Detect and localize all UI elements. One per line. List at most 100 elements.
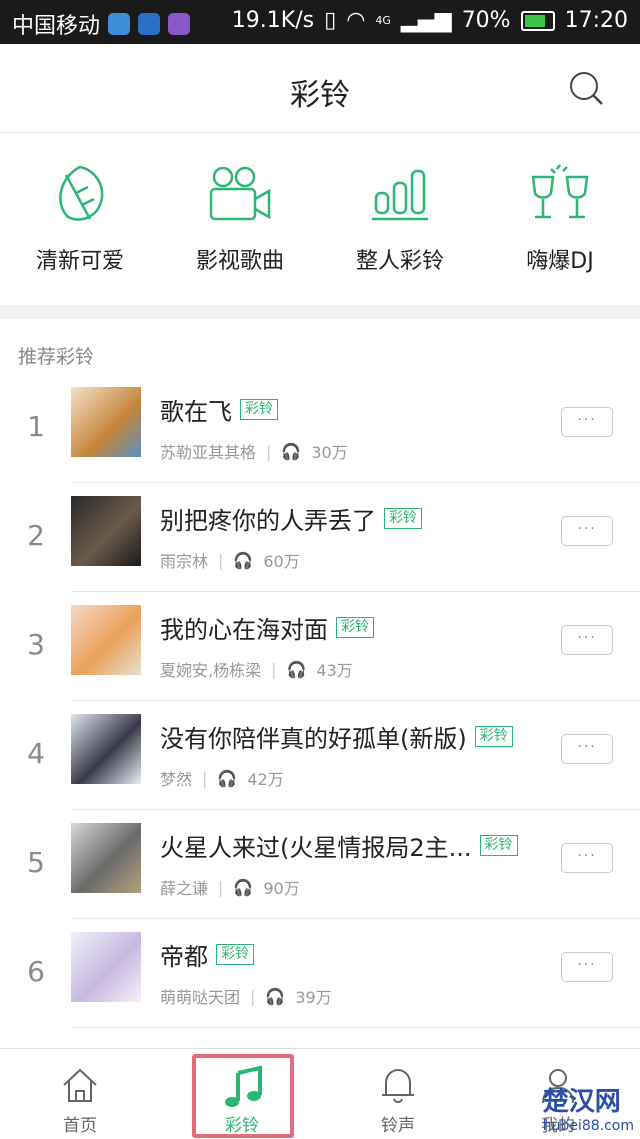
artist-name: 薛之谦 (160, 879, 209, 898)
watermark-domain: hubei88.com (542, 1118, 634, 1134)
ringtone-tag: 彩铃 (474, 726, 513, 747)
more-button[interactable]: ··· (561, 516, 613, 546)
headphones-icon: 🎧 (265, 986, 286, 1006)
album-cover (71, 387, 141, 457)
signal-icon: ▂▄▆ (400, 8, 452, 33)
network-type: 4G (375, 14, 391, 27)
ringtone-tag: 彩铃 (384, 508, 422, 529)
album-cover (71, 714, 141, 784)
highlight-box (192, 1054, 294, 1138)
category-label: 嗨爆DJ (526, 249, 594, 274)
list-item[interactable]: 5 火星人来过(火星情报局2主... 彩铃 薛之谦 | 🎧 90万 ··· (0, 810, 640, 919)
song-title: 我的心在海对面 (160, 616, 328, 644)
song-title: 帝都 (160, 943, 208, 971)
tab-ringtone[interactable]: 铃声 (338, 1049, 458, 1139)
separator: | (202, 768, 208, 788)
rank-number: 1 (27, 410, 45, 443)
song-title: 歌在飞 (160, 398, 232, 426)
album-cover (71, 823, 141, 893)
rank-number: 6 (27, 955, 45, 988)
home-icon (63, 1068, 97, 1102)
album-cover (71, 605, 141, 675)
list-item[interactable]: 3 我的心在海对面 彩铃 夏婉安,杨栋梁 | 🎧 43万 ··· (0, 592, 640, 701)
list-item[interactable]: 2 别把疼你的人弄丢了 彩铃 雨宗林 | 🎧 60万 ··· (0, 483, 640, 592)
category-yingshi[interactable]: 影视歌曲 (160, 133, 320, 305)
watermark: 楚汉网 hubei88.com (543, 1081, 634, 1134)
separator: | (250, 986, 256, 1006)
headphones-icon: 🎧 (233, 550, 254, 570)
watermark-brand: 楚汉网 (542, 1087, 621, 1117)
separator: | (266, 441, 272, 461)
headphones-icon: 🎧 (233, 877, 254, 897)
clock: 17:20 (564, 8, 628, 33)
headphones-icon: 🎧 (217, 768, 238, 788)
headphones-icon: 🎧 (286, 659, 307, 679)
more-button[interactable]: ··· (561, 407, 613, 437)
more-button[interactable]: ··· (561, 734, 613, 764)
tab-label: 铃声 (381, 1116, 415, 1136)
battery-percent: 70% (461, 8, 511, 33)
tab-label: 首页 (63, 1116, 97, 1136)
category-label: 整人彩铃 (355, 249, 444, 274)
artist-name: 雨宗林 (160, 552, 209, 571)
artist-name: 夏婉安,杨栋梁 (160, 661, 262, 680)
status-bar: 中国移动 19.1K/s ▯ ◠ 4G ▂▄▆ 70% 17:20 (0, 0, 640, 44)
section-title: 推荐彩铃 (18, 346, 95, 368)
separator: | (218, 550, 224, 570)
app-header: 彩铃 (0, 44, 640, 133)
artist-name: 梦然 (160, 770, 193, 789)
play-count: 42万 (247, 770, 284, 789)
more-button[interactable]: ··· (561, 843, 613, 873)
song-title: 火星人来过(火星情报局2主... (160, 834, 472, 862)
album-cover (71, 496, 141, 566)
bar-chart-icon (372, 169, 428, 221)
tab-home[interactable]: 首页 (20, 1049, 140, 1139)
play-count: 90万 (263, 879, 300, 898)
song-title: 别把疼你的人弄丢了 (160, 507, 376, 535)
battery-icon (520, 10, 555, 31)
leaf-icon (59, 165, 104, 221)
category-qingxin[interactable]: 清新可爱 (0, 133, 160, 305)
category-zhengren[interactable]: 整人彩铃 (320, 133, 480, 305)
artist-name: 萌萌哒天团 (160, 988, 241, 1007)
category-bar: 清新可爱 影视歌曲 整人彩铃 嗨爆DJ (0, 133, 640, 305)
album-cover (71, 932, 141, 1002)
network-speed: 19.1K/s (231, 8, 315, 33)
play-count: 43万 (316, 661, 353, 680)
category-label: 清新可爱 (35, 249, 124, 274)
list-item[interactable]: 4 没有你陪伴真的好孤单(新版) 彩铃 梦然 | 🎧 42万 ··· (0, 701, 640, 810)
separator: | (271, 659, 277, 679)
song-list: 1 歌在飞 彩铃 苏勒亚其其格 | 🎧 30万 ··· 2 别把疼你的人弄丢了 彩铃 雨宗… (0, 374, 640, 1028)
row-divider (71, 1027, 640, 1028)
list-item[interactable]: 1 歌在飞 彩铃 苏勒亚其其格 | 🎧 30万 ··· (0, 374, 640, 483)
ringtone-tag: 彩铃 (240, 399, 278, 420)
rank-number: 2 (27, 519, 45, 552)
page-title: 彩铃 (290, 78, 350, 113)
app-notification-icon (108, 13, 131, 35)
category-label: 影视歌曲 (195, 249, 284, 274)
video-camera-icon (209, 166, 271, 221)
bell-icon (382, 1068, 414, 1103)
play-count: 39万 (295, 988, 332, 1007)
search-icon[interactable] (568, 70, 604, 106)
headphones-icon: 🎧 (281, 441, 302, 461)
separator: | (218, 877, 224, 897)
cheers-glasses-icon (531, 164, 589, 219)
play-count: 30万 (311, 443, 348, 462)
app-notification-icon (138, 13, 161, 35)
list-item[interactable]: 6 帝都 彩铃 萌萌哒天团 | 🎧 39万 ··· (0, 919, 640, 1028)
ringtone-tag: 彩铃 (216, 944, 254, 965)
more-button[interactable]: ··· (561, 625, 613, 655)
ringtone-tag: 彩铃 (479, 835, 518, 856)
ringtone-tag: 彩铃 (336, 617, 374, 638)
more-button[interactable]: ··· (561, 952, 613, 982)
play-count: 60万 (263, 552, 300, 571)
section-divider (0, 305, 640, 319)
gallery-notification-icon (168, 13, 191, 35)
song-title: 没有你陪伴真的好孤单(新版) (160, 725, 467, 753)
vibrate-icon: ▯ (324, 8, 337, 33)
category-dj[interactable]: 嗨爆DJ (480, 133, 640, 305)
rank-number: 5 (27, 846, 45, 879)
rank-number: 3 (27, 628, 45, 661)
rank-number: 4 (27, 737, 45, 770)
